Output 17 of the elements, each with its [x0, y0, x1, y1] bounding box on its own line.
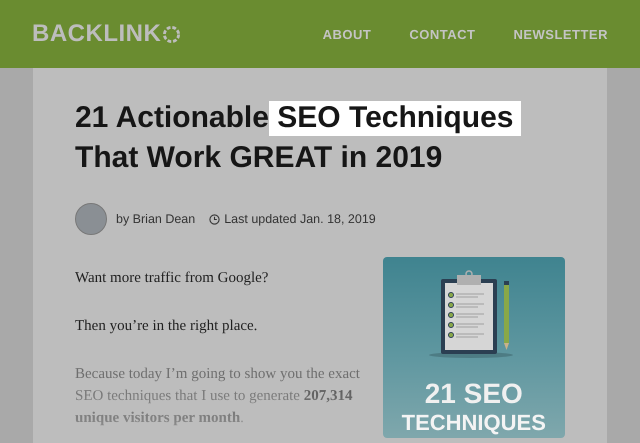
- nav-link[interactable]: ABOUT: [322, 26, 372, 42]
- nav-link[interactable]: NEWSLETTER: [513, 26, 608, 42]
- author-name: by Brian Dean: [116, 212, 196, 226]
- highlighted-title-text: SEO Techniques: [269, 101, 522, 136]
- logo[interactable]: BACKLINK: [32, 20, 182, 48]
- clock-icon: [209, 214, 220, 224]
- paragraph: Then you’re in the right place.: [75, 317, 258, 336]
- image-subheading: TECHNIQUES: [402, 411, 546, 435]
- title-text: That Work GREAT in 2019: [75, 141, 442, 174]
- last-updated-date: Last updated Jan. 18, 2019: [224, 212, 376, 226]
- paragraph: Want more traffic from Google?: [75, 269, 270, 288]
- logo-ring-icon: [162, 24, 182, 44]
- image-heading: 21 SEO: [424, 379, 523, 409]
- nav-link[interactable]: CONTACT: [409, 26, 476, 42]
- paragraph: Because today I’m going to show you the exact SEO techniques that I use to generate 207,314 unique visitors per month.: [75, 365, 361, 428]
- title-text: 21 Actionable: [75, 101, 270, 134]
- avatar: [75, 203, 107, 235]
